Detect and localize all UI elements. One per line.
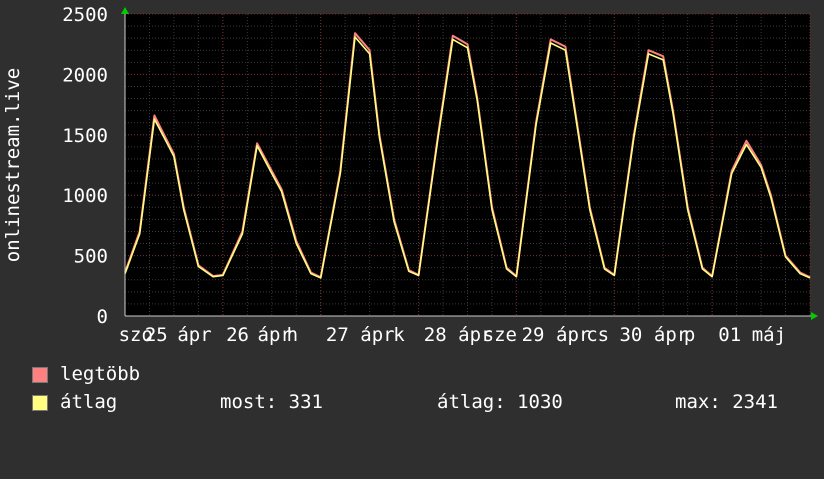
x-tick-label: 26 <box>226 324 249 346</box>
y-axis-label: onlinestream.live <box>2 68 24 262</box>
y-tick-label: 500 <box>74 246 108 268</box>
legend-item-atlag: átlag <box>32 391 117 413</box>
x-tick-label: h <box>287 324 298 346</box>
x-tick-label: 27 <box>326 324 349 346</box>
legend-swatch-legtobb <box>32 367 48 383</box>
legend-label: legtöbb <box>60 363 141 385</box>
x-tick-label: 28 <box>424 324 447 346</box>
x-tick-label: sze <box>483 324 517 346</box>
stat-most: most: 331 <box>220 391 323 413</box>
chart: 05001000150020002500 szo25 ápr 26 áprh 27 ápr… <box>2 4 818 346</box>
legend-item-legtobb: legtöbb <box>32 363 140 385</box>
y-tick-label: 1500 <box>62 125 108 147</box>
legend-swatch-atlag <box>32 395 48 411</box>
x-tick-label: 25 <box>145 324 168 346</box>
x-tick-label: 29 <box>522 324 545 346</box>
x-tick-label: ápr <box>360 324 394 346</box>
y-tick-label: 2500 <box>62 4 108 26</box>
legend: legtöbb átlag most: 331 átlag: 1030 max:… <box>0 360 824 430</box>
x-tick-label: 01 <box>718 324 741 346</box>
x-tick-label: máj <box>752 324 786 346</box>
x-axis: szo25 ápr 26 áprh 27 áprk 28 áprsze 29 áprcs 30 ápr… <box>119 324 786 346</box>
stat-max: max: 2341 <box>675 391 778 413</box>
y-axis: 0 500 1000 1500 2000 2500 <box>62 4 108 328</box>
x-tick-label: 30 <box>619 324 642 346</box>
legend-label: átlag <box>60 391 118 413</box>
x-tick-label: cs <box>586 324 609 346</box>
y-axis-arrow-icon <box>121 7 129 14</box>
x-tick-label: ápr <box>177 324 211 346</box>
y-tick-label: 2000 <box>62 64 108 86</box>
x-tick-label: p <box>684 324 695 346</box>
x-tick-label: k <box>393 324 405 346</box>
y-tick-label: 0 <box>97 306 108 328</box>
x-tick-label: ápr <box>556 324 590 346</box>
x-axis-arrow-icon <box>811 312 818 320</box>
y-tick-label: 1000 <box>62 185 108 207</box>
stat-atlag: átlag: 1030 <box>437 391 563 413</box>
